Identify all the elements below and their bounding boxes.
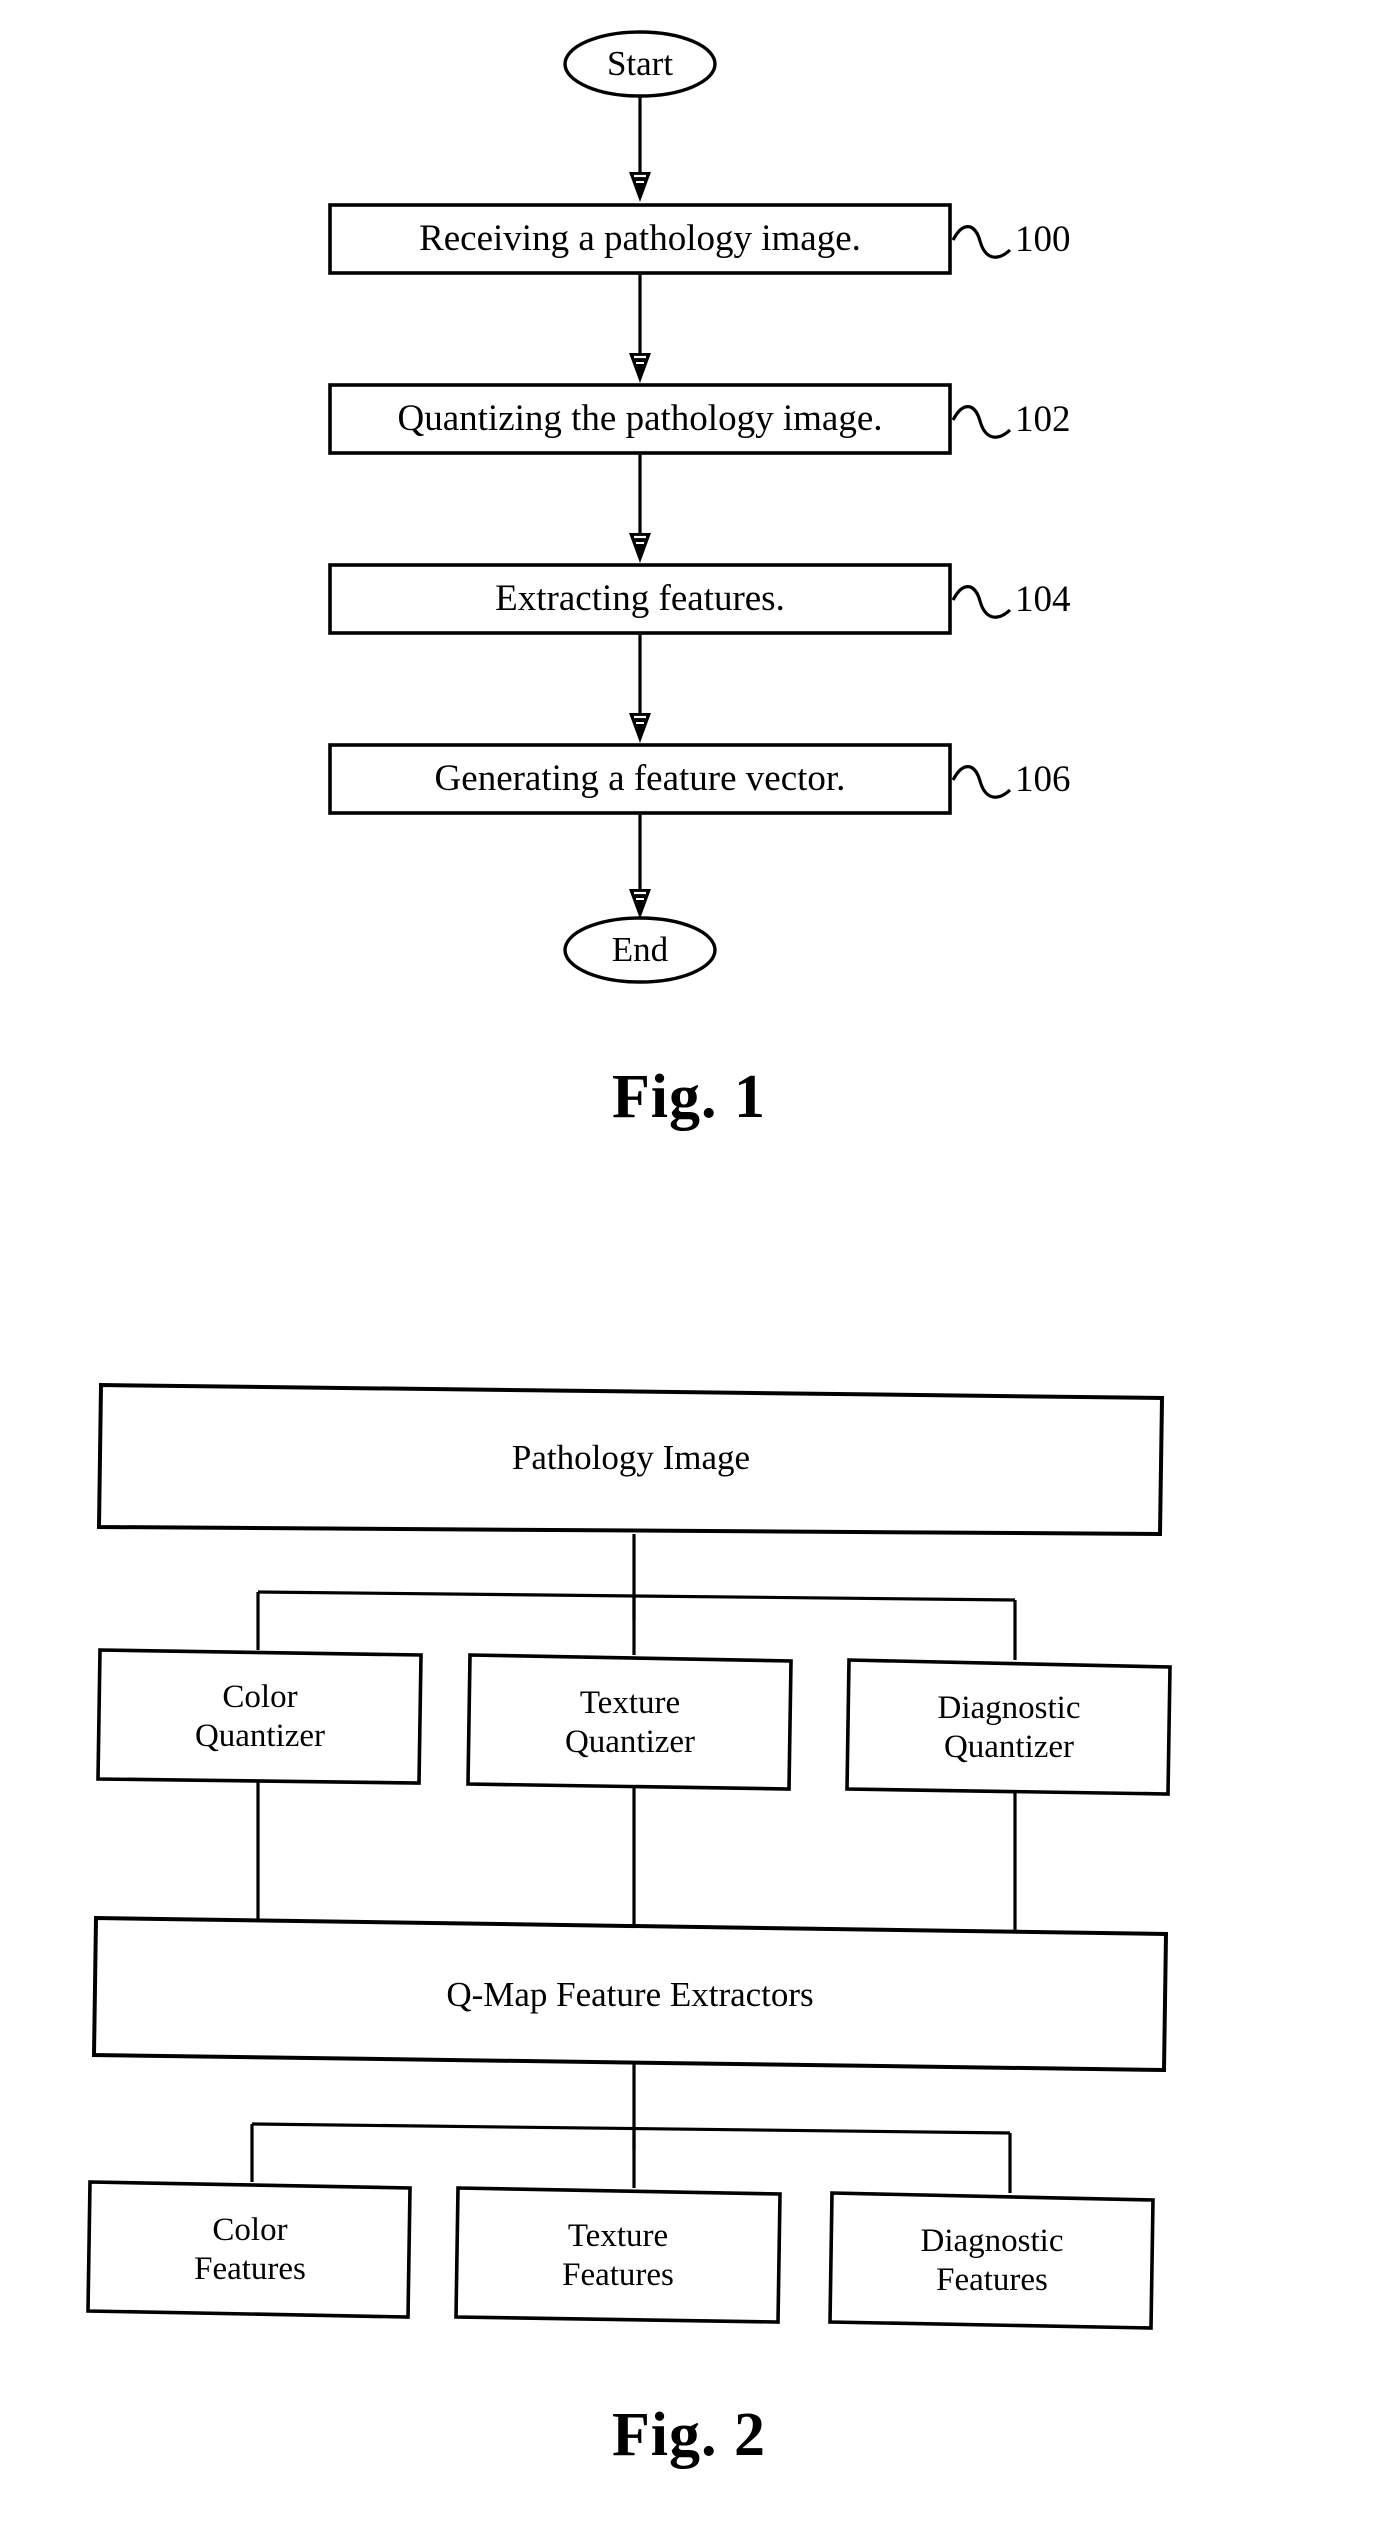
fig2-texture-quantizer-box — [466, 1653, 793, 1791]
fig2-diagnostic-quantizer-box — [845, 1658, 1172, 1796]
fig1-end-ellipse — [563, 916, 717, 984]
fig1-step-104-box — [328, 563, 952, 635]
fig2-color-quantizer-box — [96, 1648, 423, 1785]
fig1-step-106-box — [328, 743, 952, 815]
fig2-qmap-box — [91, 1915, 1169, 2073]
fig1-leader-100 — [951, 225, 1012, 259]
fig1-caption: Fig. 1 — [611, 1063, 767, 1131]
fig1-leader-102 — [951, 405, 1012, 439]
fig1-leader-104 — [951, 585, 1012, 619]
fig2-texture-features-box — [454, 2186, 782, 2324]
fig2-color-features-box — [86, 2180, 412, 2319]
fig2-bus-top — [257, 1590, 1016, 1602]
fig2-bus-bottom — [251, 2122, 1011, 2135]
fig2-caption: Fig. 2 — [611, 2401, 767, 2469]
fig1-step-102-box — [328, 383, 952, 455]
fig1-leader-106 — [951, 765, 1012, 799]
patent-figure-sheet: Start Receiving a pathology image. 100 Q… — [0, 0, 1378, 2526]
fig1-step-100-box — [328, 203, 952, 275]
fig1-start-ellipse — [563, 30, 717, 98]
fig2-diagnostic-features-box — [828, 2191, 1155, 2330]
fig2-pathology-image-box — [96, 1382, 1165, 1537]
figure-line-artwork — [86, 30, 1172, 2330]
